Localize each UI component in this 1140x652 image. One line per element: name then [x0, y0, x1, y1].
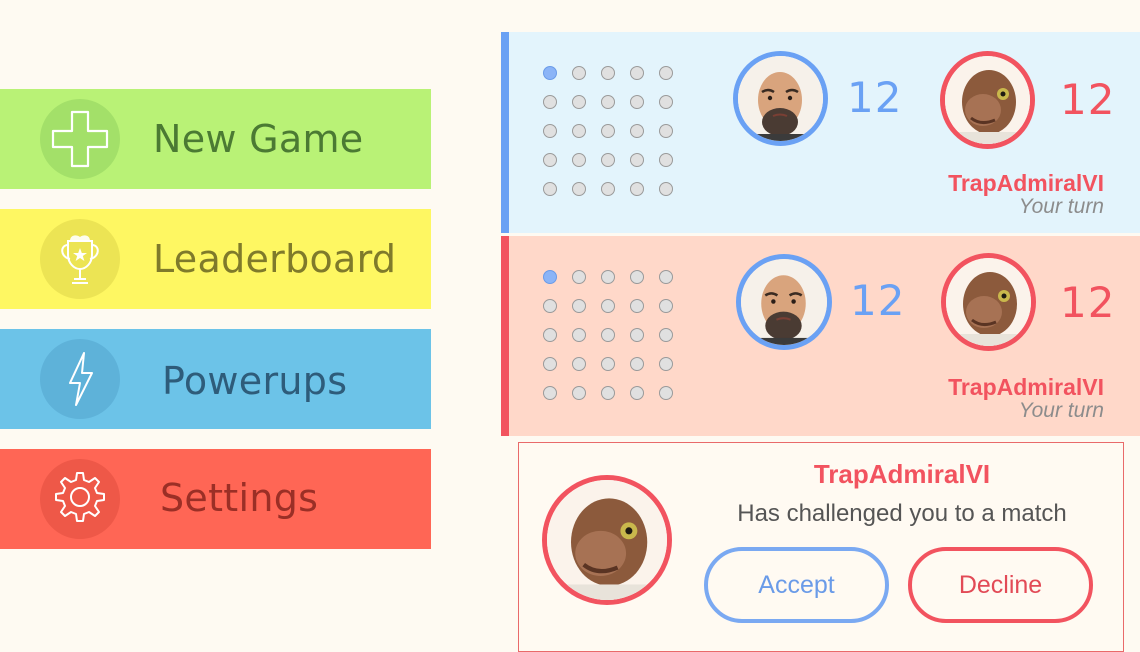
board-cell	[572, 357, 586, 371]
player-avatar	[736, 254, 832, 350]
challenger-name: TrapAdmiralVI	[813, 459, 991, 489]
decline-button[interactable]: Decline	[908, 547, 1093, 623]
new-game-label: New Game	[153, 117, 364, 161]
board-cell	[659, 66, 673, 80]
board-preview	[543, 270, 683, 410]
board-cell	[572, 153, 586, 167]
board-cell	[572, 182, 586, 196]
lightning-icon	[40, 339, 120, 419]
board-cell	[572, 95, 586, 109]
board-cell	[543, 299, 557, 313]
board-cell	[601, 299, 615, 313]
opponent-score: 12	[1060, 75, 1116, 124]
accept-button[interactable]: Accept	[704, 547, 889, 623]
match-card[interactable]: 12 12 TrapAdmiralVI Your turn	[501, 32, 1140, 233]
board-cell	[659, 124, 673, 138]
board-cell	[543, 95, 557, 109]
leaderboard-label: Leaderboard	[153, 237, 397, 281]
player-score: 12	[847, 73, 903, 122]
board-cell	[572, 328, 586, 342]
opponent-name: TrapAdmiralVI	[948, 170, 1104, 196]
board-cell	[601, 124, 615, 138]
board-cell	[630, 386, 644, 400]
board-cell	[630, 270, 644, 284]
board-cell	[601, 66, 615, 80]
settings-button[interactable]: Settings	[0, 449, 431, 549]
board-cell	[601, 95, 615, 109]
board-cell	[543, 357, 557, 371]
board-cell	[659, 357, 673, 371]
board-cell	[659, 153, 673, 167]
board-cell	[572, 124, 586, 138]
board-cell	[601, 328, 615, 342]
board-cell	[630, 357, 644, 371]
turn-status: Your turn	[1018, 195, 1104, 218]
board-cell	[630, 153, 644, 167]
board-cell	[543, 328, 557, 342]
board-cell	[543, 270, 557, 284]
board-cell	[601, 386, 615, 400]
board-cell	[659, 182, 673, 196]
board-cell	[630, 299, 644, 313]
board-cell	[543, 153, 557, 167]
board-cell	[543, 386, 557, 400]
board-cell	[630, 182, 644, 196]
board-cell	[601, 182, 615, 196]
board-cell	[659, 386, 673, 400]
board-cell	[601, 153, 615, 167]
board-preview	[543, 66, 683, 206]
board-cell	[630, 95, 644, 109]
trophy-icon	[40, 219, 120, 299]
board-cell	[572, 66, 586, 80]
board-cell	[601, 270, 615, 284]
board-cell	[630, 124, 644, 138]
challenge-message: Has challenged you to a match	[737, 500, 1067, 527]
board-cell	[630, 66, 644, 80]
challenge-panel: TrapAdmiralVI Has challenged you to a ma…	[518, 442, 1124, 652]
opponent-name: TrapAdmiralVI	[948, 374, 1104, 400]
match-card[interactable]: 12 12 TrapAdmiralVI Your turn	[501, 236, 1140, 436]
board-cell	[543, 182, 557, 196]
new-game-button[interactable]: New Game	[0, 89, 431, 189]
player-score: 12	[850, 276, 906, 325]
board-cell	[572, 386, 586, 400]
player-avatar	[733, 51, 828, 146]
settings-label: Settings	[160, 476, 319, 520]
board-cell	[659, 299, 673, 313]
board-cell	[601, 357, 615, 371]
plus-icon	[40, 99, 120, 179]
leaderboard-button[interactable]: Leaderboard	[0, 209, 431, 309]
board-cell	[659, 95, 673, 109]
board-cell	[572, 299, 586, 313]
powerups-button[interactable]: Powerups	[0, 329, 431, 429]
opponent-avatar	[941, 253, 1036, 351]
turn-status: Your turn	[1018, 399, 1104, 422]
board-cell	[572, 270, 586, 284]
board-cell	[543, 66, 557, 80]
powerups-label: Powerups	[162, 359, 348, 403]
board-cell	[543, 124, 557, 138]
board-cell	[659, 328, 673, 342]
board-cell	[659, 270, 673, 284]
board-cell	[630, 328, 644, 342]
opponent-score: 12	[1060, 278, 1116, 327]
opponent-avatar	[940, 51, 1035, 149]
gear-icon	[40, 459, 120, 539]
challenger-avatar	[542, 475, 672, 605]
